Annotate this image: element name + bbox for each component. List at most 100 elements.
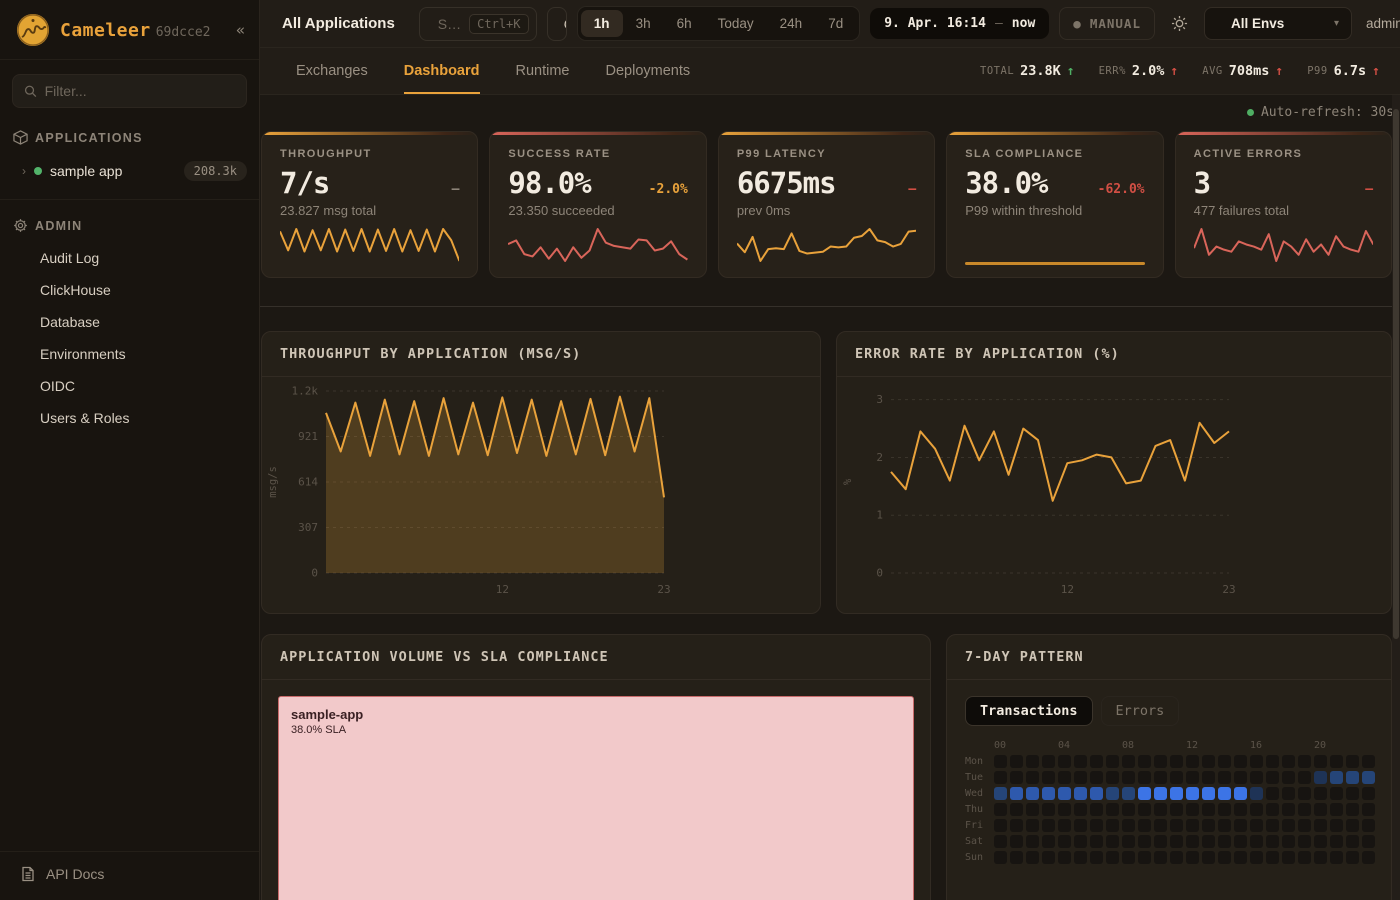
search-icon (24, 84, 37, 98)
heatmap-cell (1170, 755, 1183, 768)
kpi-subtitle: P99 within threshold (965, 203, 1144, 218)
sidebar-item-database[interactable]: Database (0, 307, 259, 337)
chevron-down-icon: ▾ (1334, 18, 1339, 29)
heatmap-cell (1186, 755, 1199, 768)
sidebar-footer[interactable]: API Docs (0, 851, 259, 900)
heatmap-cell (1026, 787, 1039, 800)
treemap-tile-sample-app[interactable]: sample-app 38.0% SLA (278, 696, 914, 900)
scrollbar-thumb[interactable] (1393, 109, 1399, 639)
theme-toggle-button[interactable] (1165, 9, 1194, 38)
heatmap-cell (1218, 771, 1231, 784)
brand-name: Cameleer (60, 20, 151, 41)
heatmap-cell (1202, 771, 1215, 784)
kpi-card-throughput[interactable]: THROUGHPUT7/s–23.827 msg total (261, 131, 478, 278)
kpi-card-sla-compliance[interactable]: SLA COMPLIANCE38.0%-62.0%P99 within thre… (946, 131, 1163, 278)
sidebar-collapse-button[interactable]: « (236, 21, 245, 39)
online-status-button[interactable]: O (547, 7, 567, 41)
kpi-card-p99-latency[interactable]: P99 LATENCY6675ms–prev 0ms (718, 131, 935, 278)
heatmap-cell (1250, 787, 1263, 800)
environment-value: All Envs (1231, 16, 1284, 31)
time-range-6h[interactable]: 6h (664, 10, 705, 37)
user-name: admin (1366, 16, 1400, 31)
sidebar-item-sample-app[interactable]: › sample app 208.3k (0, 153, 259, 189)
document-icon (20, 866, 36, 882)
heatmap-cell (1010, 787, 1023, 800)
heatmap-cell (1186, 851, 1199, 864)
time-range-today[interactable]: Today (705, 10, 767, 37)
sidebar-item-users-roles[interactable]: Users & Roles (0, 403, 259, 433)
heatmap-hour-label (1106, 740, 1119, 752)
date-range-display[interactable]: 9. Apr. 16:14 – now (870, 8, 1049, 39)
toggle-errors[interactable]: Errors (1101, 696, 1180, 726)
heatmap-cell (1090, 755, 1103, 768)
heatmap-cell (1058, 771, 1071, 784)
heatmap-cell (1042, 755, 1055, 768)
time-range-7d[interactable]: 7d (815, 10, 856, 37)
scrollbar-track[interactable] (1392, 95, 1400, 900)
svg-text:1: 1 (876, 509, 883, 522)
heatmap: 000408121620 MonTueWedThuFriSatSun (965, 740, 1391, 864)
filter-input[interactable] (45, 83, 235, 99)
main-area: All Applications S… Ctrl+K O 1h3h6hToday… (260, 0, 1400, 900)
heatmap-hour-label (1138, 740, 1151, 752)
api-docs-link[interactable]: API Docs (46, 866, 104, 882)
kpi-card-active-errors[interactable]: ACTIVE ERRORS3–477 failures total (1175, 131, 1392, 278)
heatmap-cell (1362, 755, 1375, 768)
tab-deployments[interactable]: Deployments (606, 48, 691, 94)
trend-arrow-icon: ↑ (1170, 64, 1178, 79)
heatmap-hour-label: 04 (1058, 740, 1071, 752)
heatmap-cell (1362, 803, 1375, 816)
sidebar-item-clickhouse[interactable]: ClickHouse (0, 275, 259, 305)
heatmap-cell (1346, 835, 1359, 848)
kpi-subtitle: prev 0ms (737, 203, 916, 218)
heatmap-hour-label (1346, 740, 1359, 752)
tab-exchanges[interactable]: Exchanges (296, 48, 368, 94)
global-search[interactable]: S… Ctrl+K (419, 7, 537, 41)
toggle-transactions[interactable]: Transactions (965, 696, 1093, 726)
heatmap-cell (1058, 851, 1071, 864)
kpi-card-success-rate[interactable]: SUCCESS RATE98.0%-2.0%23.350 succeeded (489, 131, 706, 278)
heatmap-cell (1074, 755, 1087, 768)
tab-dashboard[interactable]: Dashboard (404, 48, 480, 94)
heatmap-cell (1218, 835, 1231, 848)
heatmap-cell (1154, 755, 1167, 768)
heatmap-cell (1298, 819, 1311, 832)
heatmap-cell (1202, 835, 1215, 848)
sidebar-item-audit-log[interactable]: Audit Log (0, 243, 259, 273)
heatmap-hour-label (1362, 740, 1375, 752)
heatmap-hour-label (1202, 740, 1215, 752)
heatmap-cell (1074, 819, 1087, 832)
heatmap-cell (1298, 851, 1311, 864)
time-range-1h[interactable]: 1h (581, 10, 623, 37)
manual-label: MANUAL (1090, 16, 1141, 31)
environment-select[interactable]: All Envs ▾ (1204, 7, 1352, 40)
heatmap-cell (1154, 851, 1167, 864)
search-placeholder: S… (438, 16, 461, 32)
manual-refresh-button[interactable]: ● MANUAL (1059, 7, 1155, 40)
heatmap-cell (1138, 851, 1151, 864)
heatmap-cell (1314, 787, 1327, 800)
heatmap-cell (1154, 803, 1167, 816)
online-label: O (564, 16, 567, 32)
sidebar-item-oidc[interactable]: OIDC (0, 371, 259, 401)
treemap: sample-app 38.0% SLA (262, 680, 930, 900)
heatmap-cell (1154, 835, 1167, 848)
heatmap-cell (1122, 755, 1135, 768)
heatmap-cell (1138, 787, 1151, 800)
sidebar-item-environments[interactable]: Environments (0, 339, 259, 369)
heatmap-cell (1250, 803, 1263, 816)
time-range-24h[interactable]: 24h (767, 10, 816, 37)
heatmap-cell (994, 771, 1007, 784)
heatmap-cell (1090, 771, 1103, 784)
heatmap-cell (1042, 803, 1055, 816)
heatmap-cell (1330, 803, 1343, 816)
heatmap-cell (994, 819, 1007, 832)
heatmap-hour-label (1282, 740, 1295, 752)
kpi-value-row: 7/s– (280, 166, 459, 200)
heatmap-cell (1346, 819, 1359, 832)
svg-text:12: 12 (1061, 583, 1074, 596)
stat-value: 2.0% (1132, 63, 1165, 79)
heatmap-cell (1298, 771, 1311, 784)
time-range-3h[interactable]: 3h (623, 10, 664, 37)
tab-runtime[interactable]: Runtime (516, 48, 570, 94)
